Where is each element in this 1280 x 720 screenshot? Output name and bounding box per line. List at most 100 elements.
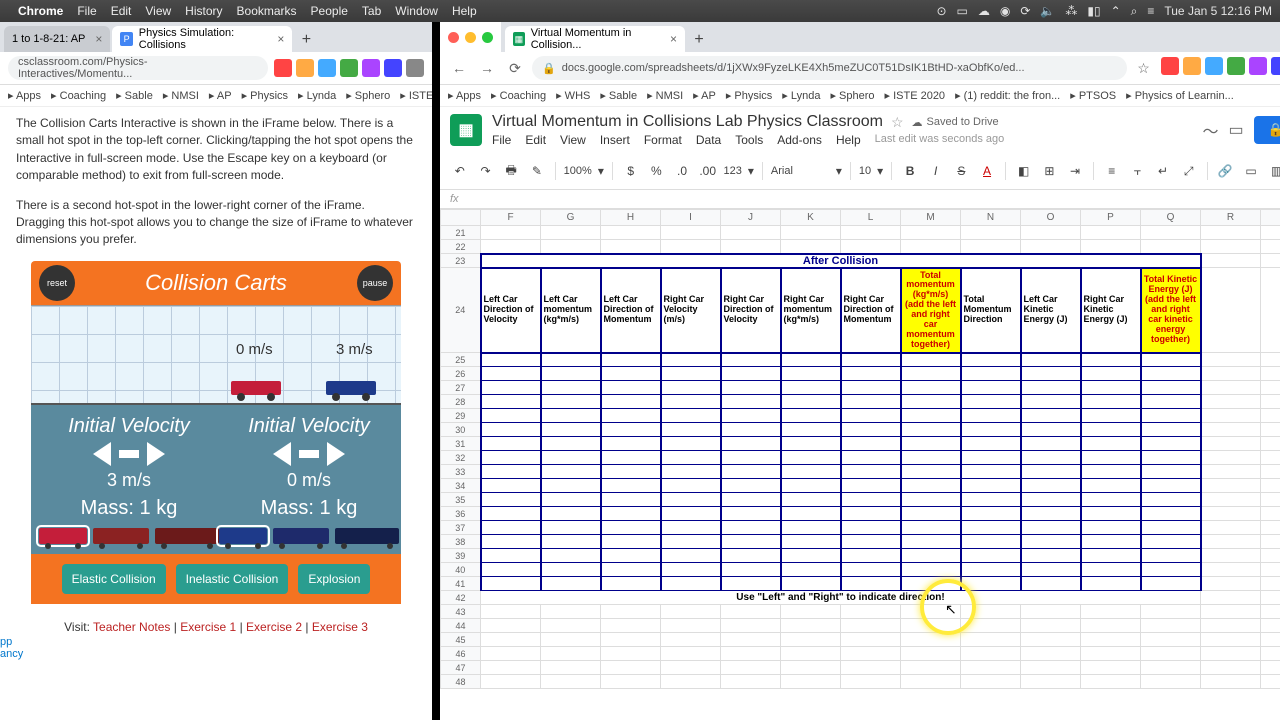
clock[interactable]: Tue Jan 5 12:16 PM — [1164, 4, 1272, 18]
ext-icon[interactable] — [318, 59, 336, 77]
maximize-window[interactable] — [482, 32, 493, 43]
bookmark[interactable]: ▸ NMSI — [163, 89, 199, 102]
bookmark[interactable]: ▸ NMSI — [647, 89, 683, 102]
pause-button[interactable]: pause — [357, 265, 393, 301]
textcolor-icon[interactable]: A — [977, 161, 997, 181]
wrap-icon[interactable]: ↵ — [1153, 161, 1173, 181]
link[interactable]: Exercise 3 — [312, 620, 368, 634]
bookmark[interactable]: ▸ Apps — [448, 89, 481, 102]
currency-icon[interactable]: $ — [621, 161, 641, 181]
bookmark[interactable]: ▸ Physics of Learnin... — [1126, 89, 1234, 102]
menu-people[interactable]: People — [311, 4, 348, 18]
redo-icon[interactable]: ↷ — [476, 161, 496, 181]
halign-icon[interactable]: ≡ — [1102, 161, 1122, 181]
sheets-menu-item[interactable]: Data — [696, 133, 721, 147]
status-icon[interactable]: ◉ — [1000, 4, 1010, 18]
share-button[interactable]: 🔒 Share — [1254, 116, 1280, 144]
arrow-right-icon[interactable] — [327, 442, 345, 466]
bookmark[interactable]: ▸ Apps — [8, 89, 41, 102]
bookmark[interactable]: ▸ Coaching — [51, 89, 106, 102]
close-icon[interactable]: × — [95, 32, 102, 46]
forward-button[interactable]: → — [476, 57, 498, 79]
cart-select[interactable] — [155, 528, 219, 544]
sheets-logo-icon[interactable]: ▦ — [450, 114, 482, 146]
control-center-icon[interactable]: ≡ — [1147, 4, 1154, 18]
reset-button[interactable]: reset — [39, 265, 75, 301]
minimize-window[interactable] — [465, 32, 476, 43]
status-icon[interactable]: ⊙ — [936, 4, 946, 18]
inelastic-button[interactable]: Inelastic Collision — [176, 564, 289, 594]
font-select[interactable]: Arial — [771, 165, 830, 177]
status-icon[interactable]: ☁ — [978, 4, 990, 18]
fontsize-select[interactable]: 10 — [859, 165, 871, 177]
bookmark[interactable]: ▸ Physics — [242, 89, 288, 102]
tab-active[interactable]: PPhysics Simulation: Collisions× — [112, 26, 292, 52]
ext-icon[interactable] — [340, 59, 358, 77]
bookmark[interactable]: ▸ PTSOS — [1070, 89, 1116, 102]
borders-icon[interactable]: ⊞ — [1040, 161, 1060, 181]
bookmark[interactable]: ▸ AP — [209, 89, 232, 102]
url-input[interactable]: 🔒docs.google.com/spreadsheets/d/1jXWx9Fy… — [532, 56, 1127, 80]
back-button[interactable]: ← — [448, 57, 470, 79]
close-icon[interactable]: × — [670, 32, 677, 46]
elastic-button[interactable]: Elastic Collision — [62, 564, 166, 594]
link-icon[interactable]: 🔗 — [1216, 161, 1236, 181]
ext-icon[interactable] — [296, 59, 314, 77]
sheets-menu-item[interactable]: Edit — [525, 133, 546, 147]
bookmark[interactable]: ▸ Physics — [726, 89, 772, 102]
menu-help[interactable]: Help — [452, 4, 477, 18]
side-link[interactable]: pp — [0, 636, 23, 648]
ext-icon[interactable] — [1183, 57, 1201, 75]
bookmark[interactable]: ▸ WHS — [556, 89, 590, 102]
bookmark[interactable]: ▸ (1) reddit: the fron... — [955, 89, 1060, 102]
reload-button[interactable]: ⟳ — [504, 57, 526, 79]
bookmark[interactable]: ▸ Sphero — [346, 89, 390, 102]
ext-icon[interactable] — [384, 59, 402, 77]
bookmark[interactable]: ▸ Coaching — [491, 89, 546, 102]
sheets-menu-item[interactable]: Add-ons — [777, 133, 822, 147]
arrow-left-icon[interactable] — [93, 442, 111, 466]
sheets-menu-item[interactable]: File — [492, 133, 511, 147]
star-icon[interactable]: ☆ — [891, 114, 904, 131]
numfmt-select[interactable]: 123 — [724, 165, 742, 177]
close-icon[interactable]: × — [277, 32, 284, 46]
bookmark[interactable]: ▸ ISTE 2020 — [400, 89, 432, 102]
url-input[interactable]: csclassroom.com/Physics-Interactives/Mom… — [8, 56, 268, 80]
arrow-left-icon[interactable] — [273, 442, 291, 466]
bookmark[interactable]: ▸ Sable — [600, 89, 637, 102]
formula-bar[interactable]: fx — [440, 190, 1280, 209]
link[interactable]: Exercise 2 — [246, 620, 302, 634]
menu-edit[interactable]: Edit — [111, 4, 132, 18]
volume-icon[interactable]: 🔈 — [1040, 4, 1055, 18]
menu-history[interactable]: History — [185, 4, 222, 18]
blue-cart[interactable] — [326, 381, 376, 395]
battery-icon[interactable]: ▮▯ — [1087, 4, 1100, 18]
ext-icon[interactable] — [1271, 57, 1280, 75]
comments-icon[interactable]: ▭ — [1229, 120, 1244, 140]
bookmark[interactable]: ▸ AP — [693, 89, 716, 102]
new-tab-button[interactable]: + — [687, 28, 711, 52]
merge-icon[interactable]: ⇥ — [1065, 161, 1085, 181]
bookmark[interactable]: ▸ ISTE 2020 — [885, 89, 946, 102]
star-icon[interactable]: ☆ — [1133, 57, 1155, 79]
bookmark[interactable]: ▸ Lynda — [782, 89, 820, 102]
menu-view[interactable]: View — [145, 4, 171, 18]
explosion-button[interactable]: Explosion — [298, 564, 370, 594]
chart-icon[interactable]: ▥ — [1267, 161, 1280, 181]
sheets-menu-item[interactable]: Insert — [600, 133, 630, 147]
sheets-menu-item[interactable]: Help — [836, 133, 861, 147]
menubar-app[interactable]: Chrome — [18, 4, 63, 18]
red-cart[interactable] — [231, 381, 281, 395]
side-link[interactable]: ancy — [0, 648, 23, 660]
print-icon[interactable]: 🖶 — [501, 161, 521, 181]
dec-dec-icon[interactable]: .0 — [672, 161, 692, 181]
fill-icon[interactable]: ◧ — [1014, 161, 1034, 181]
sheets-menu-item[interactable]: Tools — [735, 133, 763, 147]
bold-icon[interactable]: B — [900, 161, 920, 181]
search-icon[interactable]: ⌕ — [1131, 4, 1138, 19]
valign-icon[interactable]: ⫟ — [1128, 161, 1148, 181]
menu-window[interactable]: Window — [395, 4, 438, 18]
menu-file[interactable]: File — [77, 4, 96, 18]
ext-icon[interactable] — [1249, 57, 1267, 75]
rotate-icon[interactable]: ⤢ — [1179, 161, 1199, 181]
